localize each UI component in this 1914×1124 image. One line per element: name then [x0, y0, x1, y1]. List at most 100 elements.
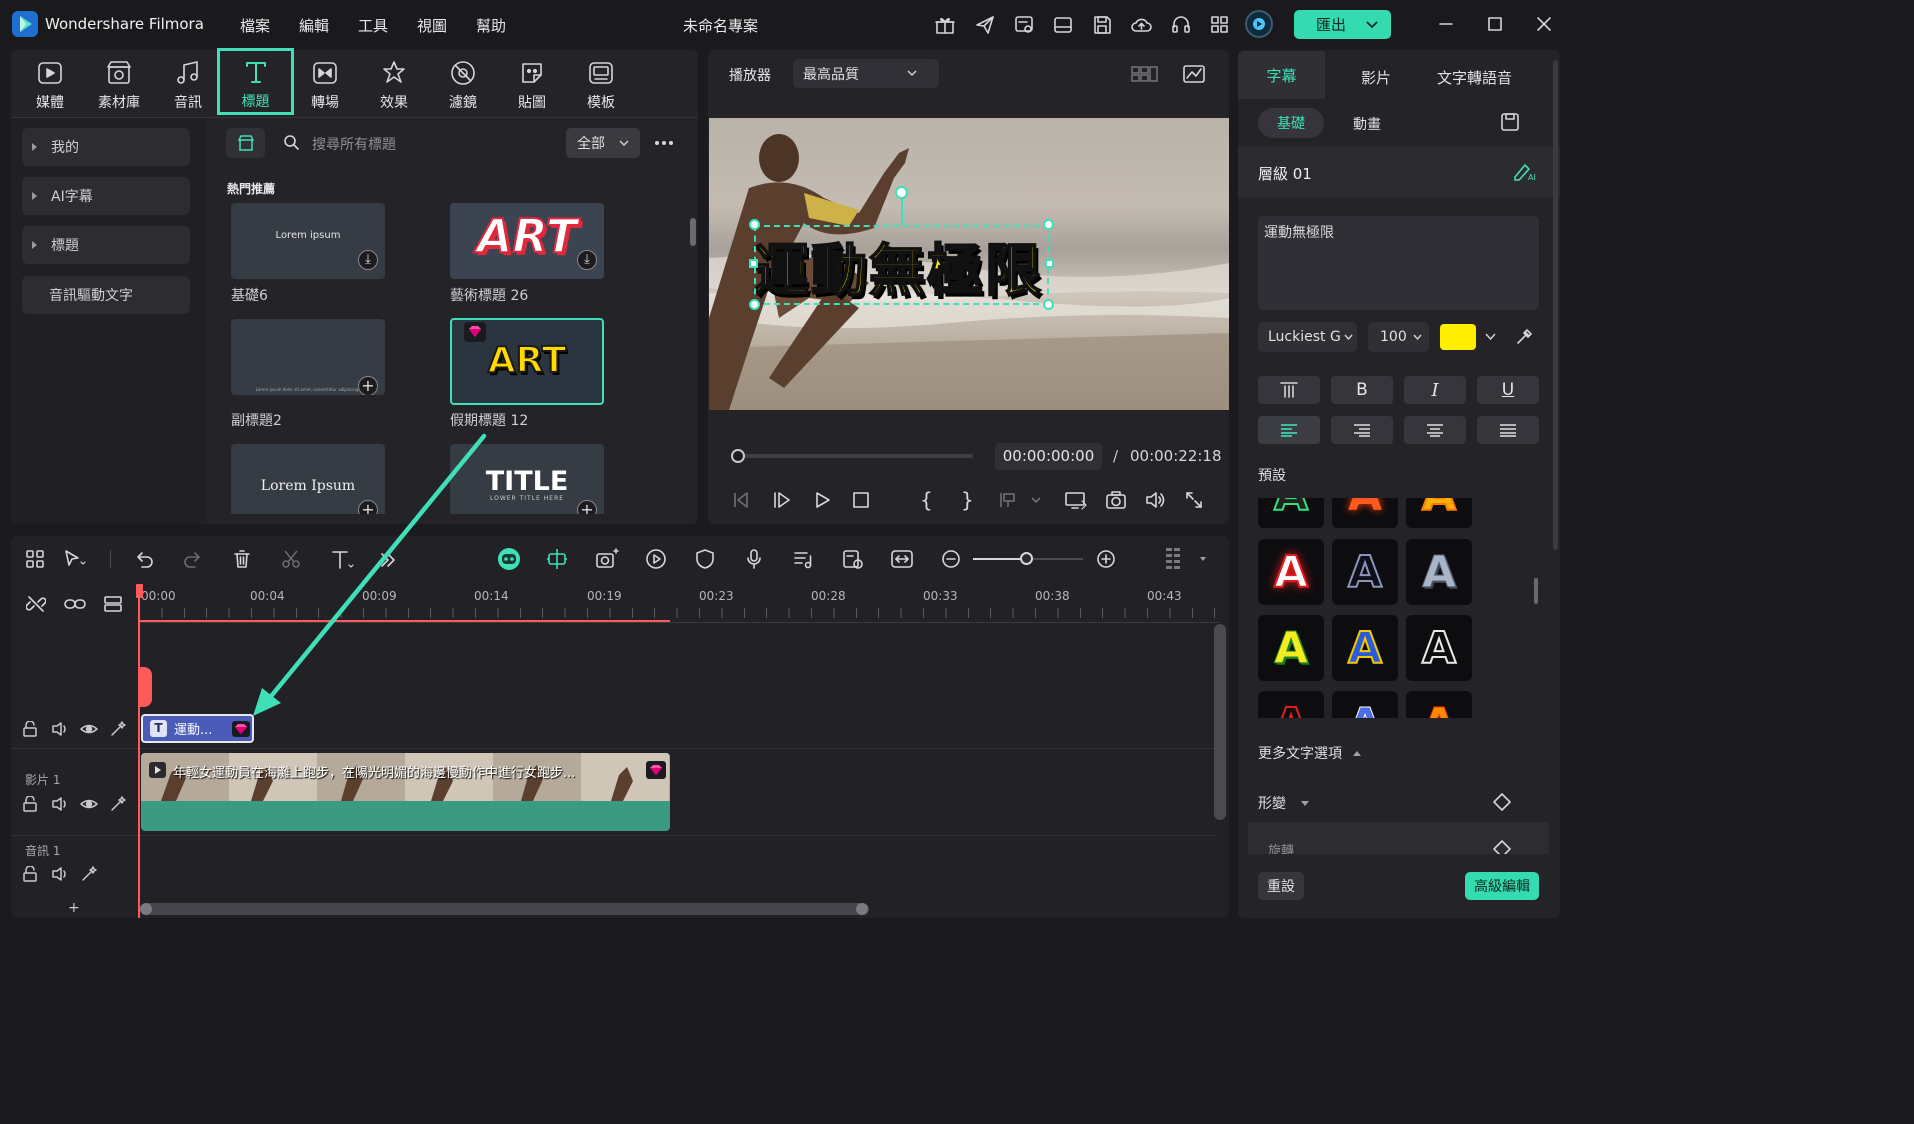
microphone-icon[interactable] [743, 548, 765, 570]
align-left-button[interactable] [1258, 416, 1320, 444]
lock-track-icon[interactable] [22, 796, 38, 812]
send-icon[interactable] [974, 14, 996, 36]
menu-edit[interactable]: 編輯 [299, 15, 329, 36]
playhead-scissor-marker[interactable] [139, 667, 152, 707]
color-chevron-icon[interactable] [1485, 333, 1496, 341]
mask-shield-icon[interactable] [694, 548, 716, 570]
magic-icon[interactable] [80, 866, 98, 882]
resize-handle[interactable] [1045, 259, 1054, 268]
tab-transitions[interactable]: 轉場 [291, 50, 359, 114]
playhead-head[interactable] [136, 584, 143, 598]
download-icon[interactable]: ⤓ [577, 250, 597, 270]
stop-icon[interactable] [851, 490, 871, 510]
delete-icon[interactable] [232, 549, 252, 569]
tab-stock[interactable]: 素材庫 [85, 50, 153, 114]
title-thumb-lorem[interactable]: Lorem Ipsum + [231, 444, 385, 514]
add-icon[interactable]: + [358, 376, 378, 395]
tab-captions[interactable]: 字幕 [1238, 51, 1325, 99]
audio-mixer-icon[interactable] [792, 548, 814, 570]
fit-timeline-icon[interactable] [890, 548, 914, 570]
align-justify-button[interactable] [1477, 416, 1539, 444]
cloud-upload-icon[interactable] [1130, 14, 1152, 36]
preset-item[interactable]: A [1332, 539, 1398, 605]
menu-help[interactable]: 幫助 [476, 15, 506, 36]
add-track-button[interactable]: + [68, 900, 80, 916]
align-center-button[interactable] [1404, 416, 1466, 444]
display-icon[interactable] [1064, 490, 1088, 510]
more-text-options[interactable]: 更多文字選項 [1258, 743, 1362, 763]
align-right-button[interactable] [1331, 416, 1393, 444]
magic-icon[interactable] [109, 721, 127, 737]
headset-icon[interactable] [1170, 14, 1192, 36]
scroll-handle-right[interactable] [856, 903, 868, 915]
title-thumb-title[interactable]: TITLE LOWER TITLE HERE + [450, 444, 604, 514]
insert-clip-icon[interactable] [998, 490, 1042, 510]
presets-scrollbar[interactable] [1534, 578, 1538, 604]
multi-view-icon[interactable] [1131, 65, 1159, 83]
tab-tts[interactable]: 文字轉語音 [1437, 67, 1512, 88]
keyframe-diamond-icon[interactable] [1493, 840, 1511, 854]
layout-icon[interactable] [1052, 14, 1074, 36]
subtab-animation[interactable]: 動畫 [1353, 114, 1381, 134]
eye-icon[interactable] [80, 796, 98, 812]
track-height-icon[interactable] [1164, 546, 1210, 572]
lock-track-icon[interactable] [22, 721, 38, 737]
preset-item[interactable]: A [1406, 691, 1472, 718]
close-icon[interactable] [1536, 16, 1552, 32]
fullscreen-icon[interactable] [1184, 490, 1204, 510]
transform-section[interactable]: 形變 [1258, 793, 1310, 813]
resize-handle[interactable] [749, 219, 760, 230]
link-icon[interactable] [63, 594, 87, 614]
eye-icon[interactable] [80, 721, 98, 737]
sidebar-item-ai-captions[interactable]: AI字幕 [22, 177, 190, 215]
add-icon[interactable]: + [577, 500, 597, 514]
store-button[interactable] [226, 128, 265, 158]
split-icon[interactable] [281, 549, 303, 569]
preset-item[interactable]: A [1406, 539, 1472, 605]
prev-frame-icon[interactable] [732, 490, 752, 510]
tab-titles[interactable]: 標題 [217, 48, 294, 115]
volume-track-icon[interactable] [51, 721, 69, 737]
rotate-handle[interactable] [895, 186, 908, 199]
preset-item[interactable]: A [1406, 498, 1472, 528]
preset-item[interactable]: A [1258, 498, 1324, 528]
title-clip[interactable]: T 運動... [141, 714, 254, 743]
preset-item[interactable]: A [1332, 498, 1398, 528]
snap-icon[interactable] [546, 548, 568, 570]
preset-item[interactable]: A [1332, 691, 1398, 718]
magic-icon[interactable] [109, 796, 127, 812]
playback-progress-handle[interactable] [731, 449, 745, 463]
preset-item[interactable]: A [1258, 691, 1324, 718]
font-size-dropdown[interactable]: 100 [1368, 322, 1429, 352]
scroll-handle-left[interactable] [140, 903, 152, 915]
speed-icon[interactable] [645, 548, 667, 570]
zoom-in-icon[interactable] [1096, 549, 1116, 569]
sidebar-item-mine[interactable]: 我的 [22, 128, 190, 166]
snapshot-chart-icon[interactable] [1183, 64, 1205, 84]
text-content-field[interactable]: 運動無極限 [1258, 216, 1539, 310]
ai-edit-icon[interactable]: AI [1512, 160, 1538, 182]
keyframe-diamond-icon[interactable] [1493, 793, 1511, 811]
title-thumb-subtitle2[interactable]: Lorem ipsum dolor sit amet, consectetur … [231, 319, 385, 395]
auto-highlight-icon[interactable] [841, 548, 865, 570]
underline-button[interactable]: U [1477, 376, 1539, 404]
filter-dropdown[interactable]: 全部 [566, 128, 640, 158]
avatar[interactable] [1245, 10, 1273, 38]
more-tools-icon[interactable] [379, 551, 397, 569]
quality-dropdown[interactable]: 最高品質 [793, 59, 939, 88]
redo-icon[interactable] [183, 549, 203, 569]
timeline-vertical-scrollbar[interactable] [1214, 624, 1226, 820]
reset-button[interactable]: 重設 [1258, 872, 1304, 900]
camera-icon[interactable] [1105, 490, 1127, 510]
resize-handle[interactable] [749, 259, 758, 268]
title-thumb-holiday12[interactable]: ART [450, 318, 604, 405]
play-icon[interactable] [812, 490, 832, 510]
text-selection-box[interactable] [754, 225, 1049, 305]
library-scrollbar[interactable] [690, 218, 696, 246]
tab-templates[interactable]: 模板 [567, 50, 635, 114]
bold-button[interactable]: B [1331, 376, 1393, 404]
text-tool-icon[interactable] [330, 549, 356, 571]
track-manager-icon[interactable] [103, 594, 125, 614]
resize-handle[interactable] [1043, 219, 1054, 230]
layout-grid-icon[interactable] [25, 549, 45, 569]
